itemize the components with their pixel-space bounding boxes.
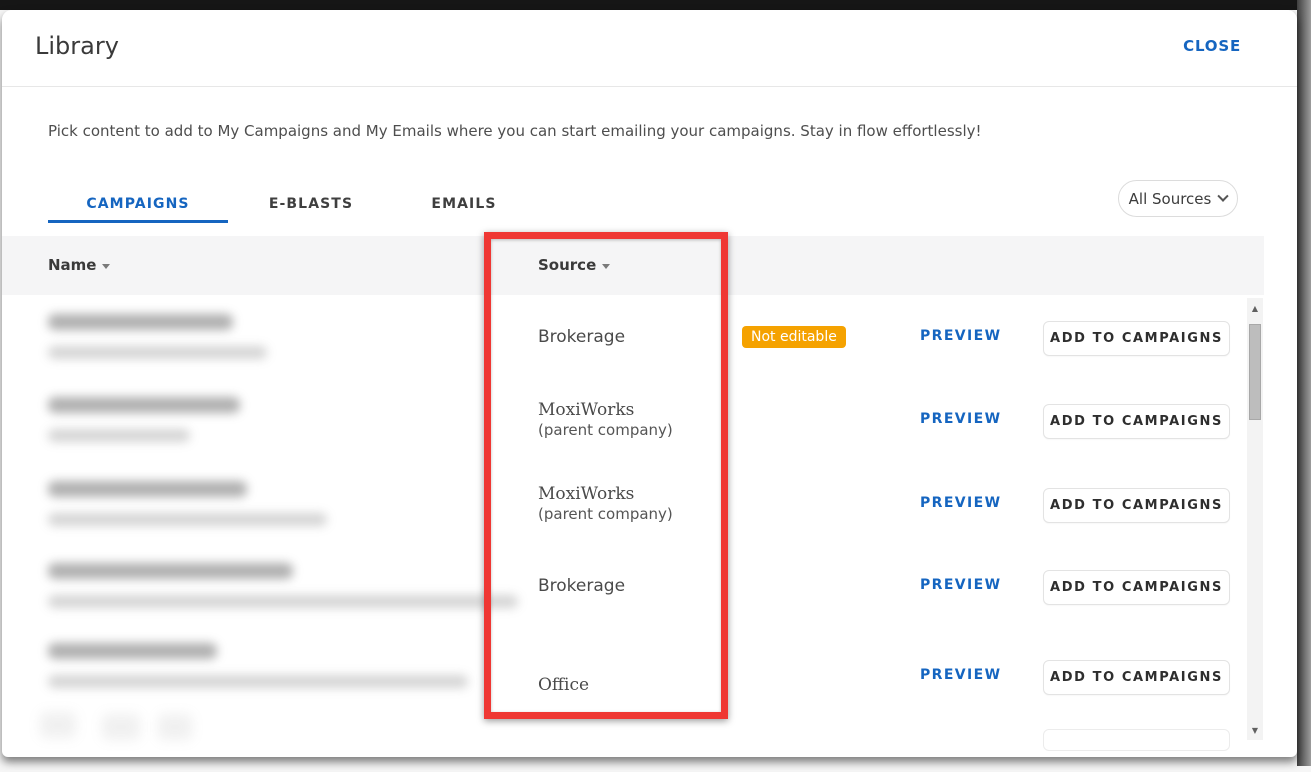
source-cell: Brokerage xyxy=(538,327,625,347)
preview-button[interactable]: PREVIEW xyxy=(920,495,1001,511)
redacted-description xyxy=(48,346,267,359)
source-cell: Office xyxy=(538,675,589,695)
screenshot-stage: Library CLOSE Pick content to add to My … xyxy=(0,0,1311,772)
all-sources-dropdown-label: All Sources xyxy=(1129,190,1212,208)
source-cell: MoxiWorks (parent company) xyxy=(538,484,673,524)
redacted-name xyxy=(48,314,233,330)
source-note: (parent company) xyxy=(538,505,673,523)
redacted-description xyxy=(48,675,468,688)
tab-eblasts[interactable]: E-BLASTS xyxy=(228,186,394,222)
redacted-name xyxy=(48,563,293,579)
table-header-row: Name Source xyxy=(2,236,1264,295)
redacted-pagination xyxy=(40,712,76,738)
column-header-source[interactable]: Source xyxy=(538,256,610,274)
tab-emails[interactable]: EMAILS xyxy=(394,186,534,222)
page-backdrop-right xyxy=(1297,0,1311,766)
redacted-name xyxy=(48,397,240,413)
active-tab-underline xyxy=(48,220,228,223)
redacted-description xyxy=(48,429,190,442)
scroll-up-icon[interactable]: ▲ xyxy=(1247,300,1263,316)
add-to-campaigns-button[interactable]: ADD TO CAMPAIGNS xyxy=(1043,488,1230,523)
table-row: Office PREVIEW ADD TO CAMPAIGNS xyxy=(2,626,1264,726)
column-header-name-label: Name xyxy=(48,256,96,274)
column-header-source-label: Source xyxy=(538,256,596,274)
add-to-campaigns-button[interactable]: ADD TO CAMPAIGNS xyxy=(1043,321,1230,356)
scrollbar-thumb[interactable] xyxy=(1249,324,1261,420)
scroll-down-icon[interactable]: ▼ xyxy=(1247,722,1263,738)
source-name: MoxiWorks xyxy=(538,400,634,420)
table-row: Brokerage PREVIEW ADD TO CAMPAIGNS xyxy=(2,546,1264,629)
all-sources-dropdown[interactable]: All Sources xyxy=(1118,180,1238,217)
table-row: MoxiWorks (parent company) PREVIEW ADD T… xyxy=(2,380,1264,463)
redacted-name xyxy=(48,481,247,497)
modal-header: Library CLOSE xyxy=(2,10,1297,87)
preview-button[interactable]: PREVIEW xyxy=(920,328,1001,344)
redacted-description xyxy=(48,513,327,526)
redacted-description xyxy=(48,595,518,608)
source-name: MoxiWorks xyxy=(538,484,634,504)
library-modal: Library CLOSE Pick content to add to My … xyxy=(2,10,1297,757)
intro-text: Pick content to add to My Campaigns and … xyxy=(48,122,982,140)
not-editable-badge: Not editable xyxy=(742,326,846,348)
redacted-pagination xyxy=(102,714,140,740)
partial-next-row-button xyxy=(1043,729,1230,751)
redacted-pagination xyxy=(158,714,192,740)
table-row: MoxiWorks (parent company) PREVIEW ADD T… xyxy=(2,464,1264,547)
sort-caret-icon xyxy=(102,264,110,269)
tab-campaigns[interactable]: CAMPAIGNS xyxy=(48,186,228,222)
source-cell: Brokerage xyxy=(538,576,625,596)
table-row: Brokerage Not editable PREVIEW ADD TO CA… xyxy=(2,297,1264,380)
source-cell: MoxiWorks (parent company) xyxy=(538,400,673,440)
column-header-name[interactable]: Name xyxy=(48,256,110,274)
preview-button[interactable]: PREVIEW xyxy=(920,667,1001,683)
vertical-scrollbar[interactable]: ▲ ▼ xyxy=(1247,298,1263,740)
page-title: Library xyxy=(35,32,119,60)
preview-button[interactable]: PREVIEW xyxy=(920,577,1001,593)
close-button[interactable]: CLOSE xyxy=(1183,37,1241,55)
add-to-campaigns-button[interactable]: ADD TO CAMPAIGNS xyxy=(1043,404,1230,439)
add-to-campaigns-button[interactable]: ADD TO CAMPAIGNS xyxy=(1043,660,1230,695)
preview-button[interactable]: PREVIEW xyxy=(920,411,1001,427)
sort-caret-icon xyxy=(602,264,610,269)
redacted-name xyxy=(48,643,217,659)
add-to-campaigns-button[interactable]: ADD TO CAMPAIGNS xyxy=(1043,570,1230,605)
source-note: (parent company) xyxy=(538,421,673,439)
page-backdrop-top xyxy=(0,0,1311,10)
chevron-down-icon xyxy=(1218,190,1229,201)
